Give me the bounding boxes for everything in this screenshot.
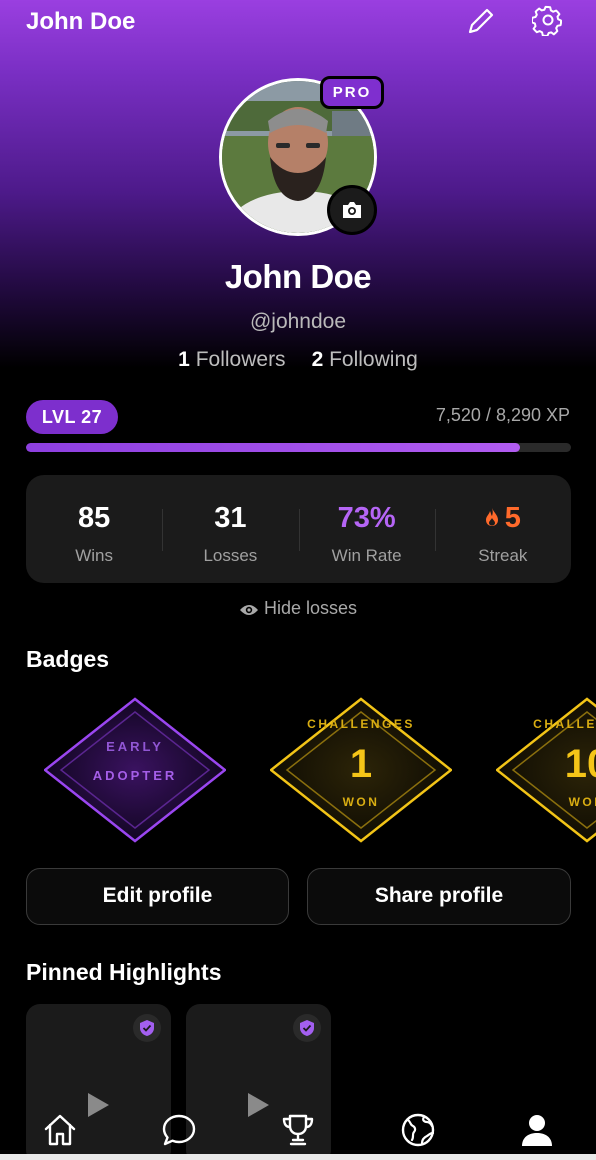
stat-value: 31 bbox=[214, 502, 247, 534]
badge-challenges-1[interactable]: CHALLENGES 1 WON bbox=[268, 690, 470, 850]
edit-pencil-icon[interactable] bbox=[466, 6, 496, 36]
stat-wins: 85 Wins bbox=[26, 475, 162, 583]
stat-label: Wins bbox=[75, 546, 114, 565]
stat-label: Streak bbox=[478, 546, 528, 565]
badge-line2: ADOPTER bbox=[92, 768, 178, 783]
following-count: 2 bbox=[311, 348, 324, 371]
hide-losses-label: Hide losses bbox=[263, 598, 358, 618]
chat-icon bbox=[162, 1114, 196, 1146]
verified-shield-icon bbox=[133, 1014, 161, 1042]
profile-handle: @johndoe bbox=[249, 310, 347, 333]
badge-top: CHALLENGES bbox=[533, 717, 596, 731]
badges-title: Badges bbox=[26, 646, 110, 672]
globe-icon bbox=[401, 1113, 435, 1147]
badges-carousel[interactable]: EARLY ADOPTER CHALLENGES 1 WON CHALLENGE… bbox=[0, 690, 596, 850]
stats-card: 85 Wins 31 Losses 73% Win Rate 5 Streak bbox=[26, 475, 571, 583]
pinned-highlights-title: Pinned Highlights bbox=[26, 959, 222, 985]
camera-icon bbox=[343, 202, 361, 218]
stat-value: 73% bbox=[337, 502, 396, 534]
stat-streak: 5 Streak bbox=[434, 475, 571, 583]
badge-number: 1 bbox=[349, 742, 373, 786]
stat-value: 5 bbox=[504, 502, 521, 534]
profile-icon bbox=[522, 1115, 552, 1146]
top-bar: John Doe bbox=[0, 0, 596, 44]
trophy-icon bbox=[282, 1114, 314, 1146]
stat-losses: 31 Losses bbox=[162, 475, 298, 583]
followers-link[interactable]: 1 Followers bbox=[178, 348, 285, 371]
followers-count: 1 bbox=[178, 348, 190, 371]
nav-trophy[interactable] bbox=[278, 1110, 318, 1150]
eye-icon bbox=[239, 605, 258, 615]
followers-label: Followers bbox=[195, 348, 286, 371]
stat-label: Win Rate bbox=[331, 546, 402, 565]
change-photo-button[interactable] bbox=[327, 185, 377, 235]
avatar-container: PRO bbox=[219, 76, 384, 236]
home-icon bbox=[44, 1114, 76, 1146]
share-profile-button[interactable]: Share profile bbox=[307, 868, 571, 925]
profile-name: John Doe bbox=[224, 258, 372, 295]
follow-counts: 1 Followers 2 Following bbox=[0, 348, 596, 372]
stat-win-rate: 73% Win Rate bbox=[298, 475, 435, 583]
badge-bottom: WON bbox=[342, 795, 380, 809]
hide-losses-toggle[interactable]: Hide losses bbox=[0, 598, 596, 619]
nav-globe[interactable] bbox=[398, 1110, 438, 1150]
following-link[interactable]: 2 Following bbox=[312, 348, 418, 371]
stat-value-wrap: 5 bbox=[435, 502, 571, 534]
xp-progress-text: 7,520 / 8,290 XP bbox=[435, 405, 570, 425]
xp-progress-fill bbox=[26, 443, 521, 452]
stat-value: 85 bbox=[77, 502, 111, 534]
bottom-navigation bbox=[0, 1100, 596, 1160]
badge-bottom: WON bbox=[568, 795, 596, 809]
edit-profile-button[interactable]: Edit profile bbox=[26, 868, 289, 925]
xp-progress-bar bbox=[26, 443, 571, 452]
badge-early-adopter[interactable]: EARLY ADOPTER bbox=[42, 690, 244, 850]
nav-profile[interactable] bbox=[517, 1110, 557, 1150]
nav-chat[interactable] bbox=[159, 1110, 199, 1150]
nav-home[interactable] bbox=[40, 1110, 80, 1150]
page-title: John Doe bbox=[26, 8, 136, 35]
following-label: Following bbox=[329, 348, 418, 371]
stat-label: Losses bbox=[203, 546, 258, 565]
badge-number: 10 bbox=[564, 742, 596, 786]
badge-challenges-10[interactable]: CHALLENGES 10 WON bbox=[494, 690, 596, 850]
verified-shield-icon bbox=[293, 1014, 321, 1042]
level-badge: LVL 27 bbox=[26, 400, 118, 434]
badge-line1: EARLY bbox=[106, 739, 164, 754]
badge-top: CHALLENGES bbox=[307, 717, 415, 731]
pro-badge: PRO bbox=[320, 76, 384, 109]
flame-icon bbox=[485, 508, 498, 526]
settings-gear-icon[interactable] bbox=[532, 4, 564, 36]
system-home-indicator bbox=[0, 1154, 596, 1160]
